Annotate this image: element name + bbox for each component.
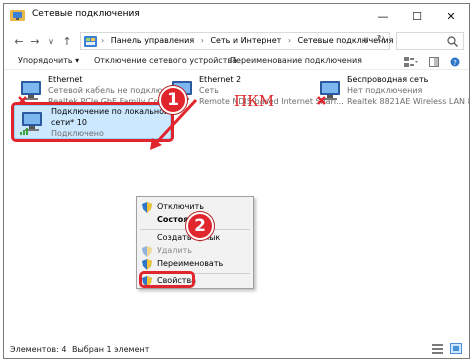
disable-device-button[interactable]: Отключение сетевого устройства — [94, 56, 237, 65]
network-folder-icon — [10, 10, 25, 21]
breadcrumb-separator: › — [287, 36, 292, 45]
menu-item-label: Удалить — [157, 246, 192, 255]
svg-text:?: ? — [453, 59, 457, 67]
refresh-icon[interactable]: ↻ — [377, 34, 385, 45]
organize-button[interactable]: Упорядочить ▾ — [18, 56, 79, 65]
connection-name: Ethernet 2 — [199, 75, 242, 84]
uac-shield-icon — [142, 259, 152, 270]
chevron-down-icon: ∨ — [48, 36, 54, 46]
connection-status: Нет подключения — [347, 86, 423, 95]
control-panel-icon — [84, 36, 97, 47]
preview-pane-icon[interactable] — [429, 57, 439, 67]
close-icon: ✕ — [446, 9, 456, 23]
connection-name: Ethernet — [48, 75, 83, 84]
address-bar[interactable]: › Панель управления › Сеть и Интернет › … — [80, 32, 393, 50]
address-dropdown-icon[interactable]: ∨ — [363, 35, 369, 44]
minimize-button[interactable]: — — [366, 4, 400, 28]
right-click-label: ПКМ — [234, 92, 275, 110]
connection-status: Сетевой кабель не подключен — [48, 86, 178, 95]
large-icons-view-icon[interactable] — [450, 343, 462, 354]
selection-count: Выбран 1 элемент — [72, 345, 150, 354]
minimize-icon: — — [377, 9, 389, 23]
title-bar: Сетевые подключения — ☐ ✕ — [4, 4, 469, 28]
rename-connection-button[interactable]: Переименование подключения — [230, 56, 362, 65]
breadcrumb-control-panel[interactable]: Панель управления — [111, 36, 194, 45]
connection-name: Беспроводная сеть — [347, 75, 429, 84]
uac-shield-icon — [142, 246, 152, 257]
breadcrumb: › Панель управления › Сеть и Интернет › … — [101, 36, 393, 45]
breadcrumb-separator: › — [101, 36, 105, 45]
view-options-icon[interactable] — [404, 57, 418, 67]
step-2-badge: 2 — [186, 212, 214, 240]
breadcrumb-network-internet[interactable]: Сеть и Интернет — [210, 36, 281, 45]
uac-shield-icon — [142, 202, 152, 213]
highlight-frame-properties — [139, 271, 195, 288]
maximize-button[interactable]: ☐ — [400, 4, 434, 28]
forward-button[interactable]: → — [28, 30, 42, 52]
arrow-left-icon: ← — [14, 34, 24, 48]
connection-status: Сеть — [199, 86, 219, 95]
maximize-icon: ☐ — [412, 9, 422, 23]
up-button[interactable]: ↑ — [60, 30, 74, 52]
recent-locations-button[interactable]: ∨ — [44, 30, 58, 52]
highlight-frame-connection — [11, 102, 174, 142]
command-bar: Упорядочить ▾ Отключение сетевого устрой… — [4, 54, 469, 70]
item-count: Элементов: 4 — [10, 345, 67, 354]
connection-wireless[interactable]: Беспроводная сеть Нет подключения Realte… — [315, 75, 469, 113]
menu-item-label: Отключить — [157, 202, 204, 211]
menu-item-rename[interactable]: Переименовать — [137, 258, 253, 271]
breadcrumb-separator: › — [200, 36, 204, 45]
arrow-right-icon: → — [30, 34, 40, 48]
wireless-adapter-disconnected-icon — [317, 81, 340, 105]
search-icon — [447, 36, 458, 47]
menu-item-delete: Удалить — [137, 245, 253, 258]
help-icon[interactable]: ? — [450, 57, 460, 67]
step-1-badge: 1 — [159, 86, 187, 114]
connections-list: Ethernet Сетевой кабель не подключен Rea… — [4, 71, 469, 336]
window-title: Сетевые подключения — [32, 9, 140, 19]
back-button[interactable]: ← — [12, 30, 26, 52]
menu-item-label: Переименовать — [157, 259, 224, 268]
status-bar: Элементов: 4 Выбран 1 элемент — [4, 340, 469, 358]
network-connections-window: Сетевые подключения — ☐ ✕ ← → ∨ ↑ › Пане… — [3, 3, 470, 359]
connection-adapter: Realtek 8821AE Wireless LAN 802... — [347, 97, 469, 106]
arrow-up-icon: ↑ — [62, 34, 72, 48]
close-button[interactable]: ✕ — [434, 4, 468, 28]
details-view-icon[interactable] — [432, 344, 443, 354]
address-row: ← → ∨ ↑ › Панель управления › Сеть и Инт… — [4, 30, 469, 52]
search-input[interactable] — [396, 32, 464, 50]
